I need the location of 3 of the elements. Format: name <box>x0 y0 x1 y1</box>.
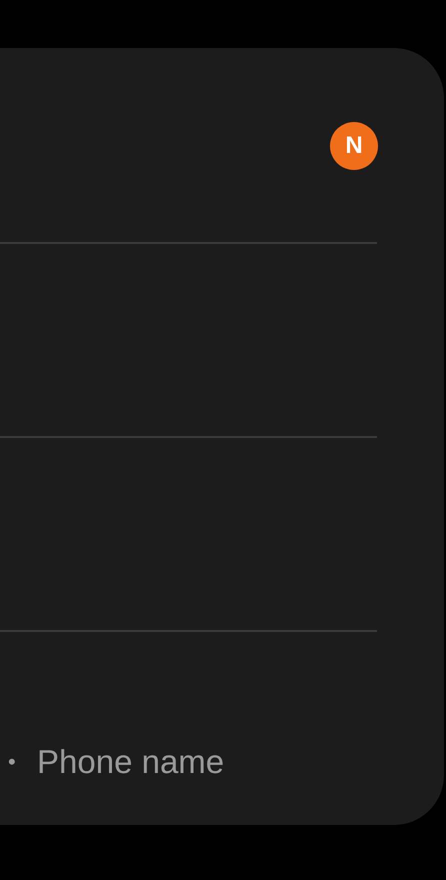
phone-name-label: Phone name <box>37 742 224 782</box>
profile-badge: N <box>330 122 378 170</box>
bullet: • <box>8 748 17 776</box>
